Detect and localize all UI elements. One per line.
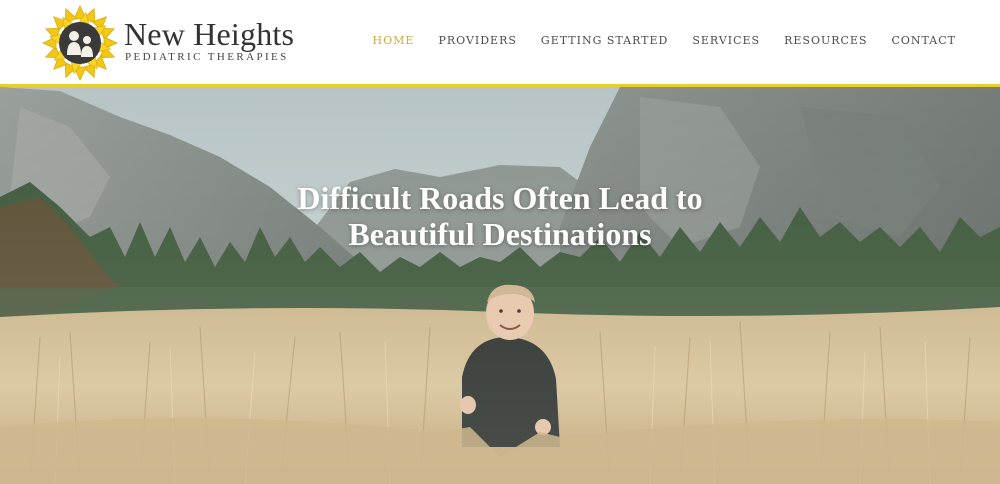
nav-item-contact[interactable]: CONTACT — [892, 34, 957, 47]
brand-tagline: PEDIATRIC THERAPIES — [125, 51, 289, 63]
hero-headline-line-2: Beautiful Destinations — [348, 216, 652, 252]
brand-logo-link[interactable]: New Heights PEDIATRIC THERAPIES — [42, 5, 302, 81]
nav-item-resources[interactable]: RESOURCES — [784, 34, 867, 47]
hero-banner: Difficult Roads Often Lead to Beautiful … — [0, 87, 1000, 484]
sunflower-silhouette-icon — [42, 5, 118, 81]
nav-item-providers[interactable]: PROVIDERS — [438, 34, 516, 47]
toddler-in-golden-meadow-photo — [0, 87, 1000, 484]
nav-item-home[interactable]: HOME — [373, 34, 415, 47]
nav-item-getting-started[interactable]: GETTING STARTED — [541, 34, 668, 47]
hero-headline: Difficult Roads Often Lead to Beautiful … — [200, 180, 800, 252]
site-header: New Heights PEDIATRIC THERAPIES HOME PRO… — [0, 0, 1000, 84]
hero-headline-line-1: Difficult Roads Often Lead to — [297, 180, 703, 216]
nav-item-services[interactable]: SERVICES — [692, 34, 760, 47]
main-nav: HOME PROVIDERS GETTING STARTED SERVICES … — [373, 32, 956, 48]
brand-name: New Heights — [124, 16, 295, 52]
